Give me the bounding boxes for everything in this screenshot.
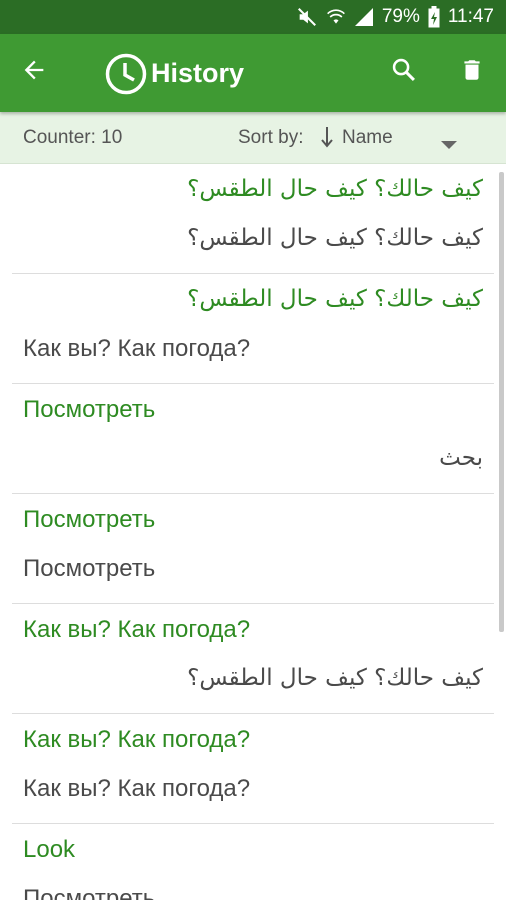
list-item[interactable]: Как вы? Как погода? كيف حالك؟ كيف حال الط… xyxy=(0,604,506,714)
list-item[interactable]: كيف حالك؟ كيف حال الطقس؟ Как вы? Как пого… xyxy=(0,274,506,384)
clock-icon xyxy=(104,52,148,96)
translation-text: Как вы? Как погода? xyxy=(23,775,251,802)
translation-text: Как вы? Как погода? xyxy=(23,335,251,362)
back-arrow-icon xyxy=(20,56,48,89)
trash-icon xyxy=(459,56,485,89)
delete-button[interactable] xyxy=(452,52,492,92)
list-item[interactable]: Посмотреть بحث xyxy=(0,384,506,494)
clock-time: 11:47 xyxy=(447,6,494,27)
page-title: History xyxy=(151,58,245,88)
source-text: Посмотреть xyxy=(23,396,156,423)
battery-percent: 79% xyxy=(381,6,420,27)
signal-icon xyxy=(354,7,374,27)
translation-text: كيف حالك؟ كيف حال الطقس؟ xyxy=(187,225,483,251)
source-text: Как вы? Как погода? xyxy=(23,726,251,753)
counter-label: Counter: 10 xyxy=(23,127,123,148)
battery-icon xyxy=(428,6,440,28)
source-text: Look xyxy=(23,836,76,863)
translation-text: Посмотреть xyxy=(23,885,156,900)
back-button[interactable] xyxy=(14,52,54,92)
sort-by-label: Sort by: xyxy=(238,127,304,148)
list-item[interactable]: Посмотреть Посмотреть xyxy=(0,494,506,604)
source-text: Как вы? Как погода? xyxy=(23,616,251,643)
translation-text: بحث xyxy=(439,445,483,471)
list-item[interactable]: Как вы? Как погода? Как вы? Как погода? xyxy=(0,714,506,824)
history-list: كيف حالك؟ كيف حال الطقس؟ كيف حالك؟ كيف حا… xyxy=(0,164,506,900)
chevron-down-icon[interactable] xyxy=(440,134,458,156)
app-toolbar: History xyxy=(0,34,506,112)
sort-select-value[interactable]: Name xyxy=(342,127,393,149)
search-button[interactable] xyxy=(384,52,424,92)
translation-text: Посмотреть xyxy=(23,555,156,582)
list-item[interactable]: Look Посмотреть xyxy=(0,824,506,900)
scrollbar[interactable] xyxy=(499,172,504,632)
translation-text: كيف حالك؟ كيف حال الطقس؟ xyxy=(187,665,483,691)
source-text: كيف حالك؟ كيف حال الطقس؟ xyxy=(187,176,483,202)
list-item[interactable]: كيف حالك؟ كيف حال الطقس؟ كيف حالك؟ كيف حا… xyxy=(0,164,506,274)
source-text: Посмотреть xyxy=(23,506,156,533)
source-text: كيف حالك؟ كيف حال الطقس؟ xyxy=(187,286,483,312)
sort-bar: Counter: 10 Sort by: Name xyxy=(0,112,506,164)
search-icon xyxy=(390,56,418,89)
wifi-icon xyxy=(326,6,346,28)
mute-icon xyxy=(296,6,318,28)
status-bar: 79% 11:47 xyxy=(0,0,506,34)
sort-direction-icon[interactable] xyxy=(320,125,334,155)
